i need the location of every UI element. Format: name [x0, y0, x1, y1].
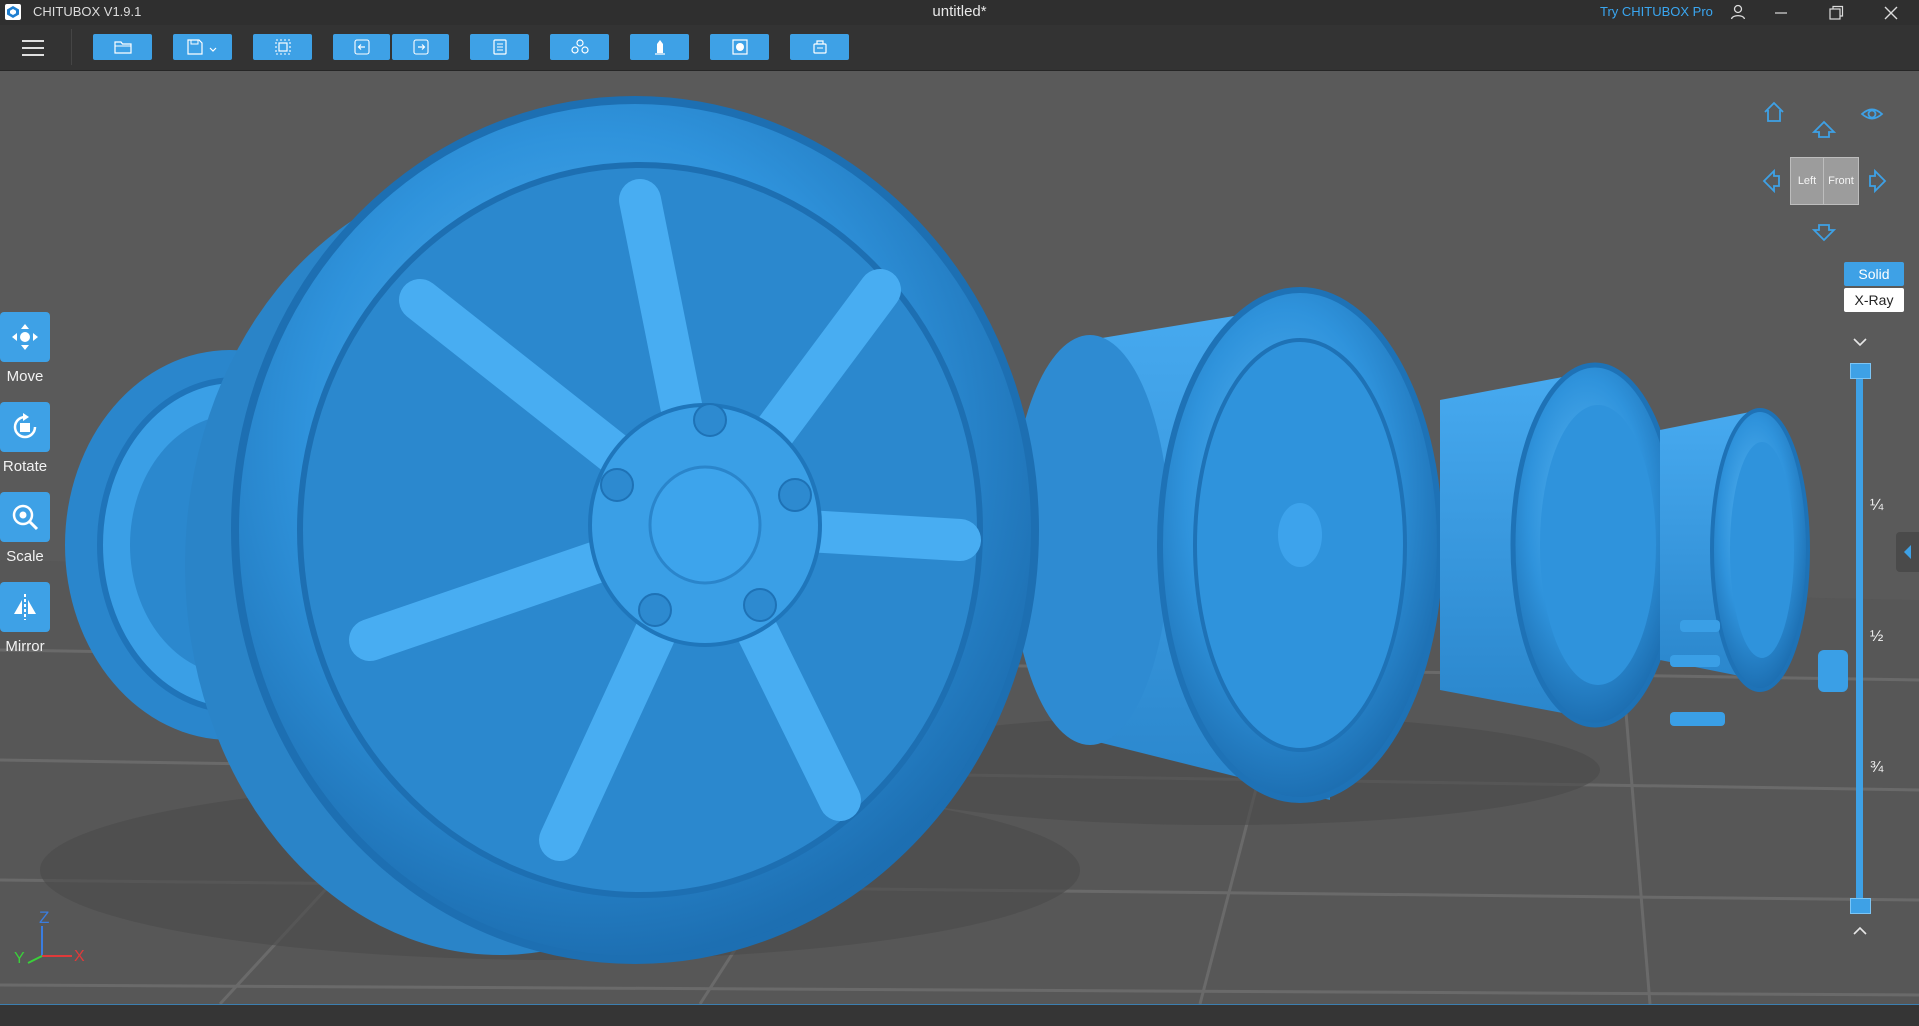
chevron-left-icon: [1904, 545, 1911, 559]
open-folder-icon: [113, 41, 132, 54]
restore-button[interactable]: [1813, 0, 1859, 25]
open-file-button[interactable]: [93, 34, 152, 60]
slider-tick-half: ½: [1870, 628, 1884, 645]
scale-tool-button[interactable]: [0, 492, 50, 542]
restore-icon: [1829, 5, 1844, 20]
mirror-icon: [14, 594, 36, 620]
mirror-tool-label: Mirror: [5, 638, 45, 655]
layer-slider-top-handle[interactable]: [1850, 363, 1871, 379]
move-tool-button[interactable]: [0, 312, 50, 362]
title-bar: CHITUBOX V1.9.1 untitled* Try CHITUBOX P…: [0, 0, 1919, 25]
axis-indicator: Z X Y: [14, 908, 85, 967]
slider-tick-quarter: ¼: [1870, 497, 1884, 514]
save-button[interactable]: [173, 34, 232, 60]
home-view-icon[interactable]: [1762, 100, 1786, 124]
hollow-icon: [654, 40, 665, 55]
wheel-model-middle[interactable]: [1010, 287, 1443, 803]
move-tool-label: Move: [6, 368, 44, 385]
minimize-button[interactable]: [1758, 0, 1804, 25]
rotate-tool-button[interactable]: [0, 402, 50, 452]
layer-slider-bottom-handle[interactable]: [1850, 898, 1871, 914]
supports-button[interactable]: [550, 34, 609, 60]
view-cube-front-face[interactable]: Front: [1823, 157, 1859, 205]
close-icon: [1884, 6, 1898, 20]
layout-icon: [492, 39, 507, 55]
eye-view-icon[interactable]: [1860, 102, 1884, 126]
rotate-icon: [13, 413, 37, 439]
layer-slider-track[interactable]: [1856, 368, 1863, 908]
layout-button[interactable]: [470, 34, 529, 60]
wheel-model-smallest[interactable]: [1660, 408, 1810, 692]
print-icon: [812, 40, 827, 54]
build-plate-scene: [0, 71, 1919, 1004]
wheel-model-small[interactable]: [1440, 362, 1680, 728]
hamburger-menu-icon[interactable]: [20, 36, 48, 60]
slider-up-chevron-icon[interactable]: [1851, 925, 1869, 937]
chevron-down-icon: [209, 47, 216, 52]
save-icon: [186, 39, 216, 55]
mirror-tool-button[interactable]: [0, 582, 50, 632]
3d-viewport[interactable]: Move Rotate Scale Mirror Z X Y: [0, 71, 1919, 1004]
try-pro-link[interactable]: Try CHITUBOX Pro: [1600, 4, 1713, 19]
status-bar: [0, 1004, 1919, 1026]
rotate-tool-label: Rotate: [2, 458, 48, 475]
slice-icon: [731, 39, 748, 55]
app-name: CHITUBOX V1.9.1: [33, 4, 142, 19]
slice-button[interactable]: [710, 34, 769, 60]
print-button[interactable]: [790, 34, 849, 60]
select-all-icon: [274, 39, 291, 55]
side-panel-toggle[interactable]: [1896, 532, 1919, 572]
view-right-arrow-icon[interactable]: [1865, 169, 1889, 193]
select-all-button[interactable]: [253, 34, 312, 60]
main-toolbar: [0, 25, 1919, 71]
view-top-arrow-icon[interactable]: [1812, 118, 1836, 142]
chitubox-logo-icon: [5, 4, 21, 20]
undo-icon: [353, 39, 370, 55]
toolbar-divider: [71, 29, 72, 65]
slider-tick-three-quarters: ¾: [1870, 759, 1884, 776]
supports-icon: [570, 39, 589, 54]
scale-tool-label: Scale: [6, 548, 44, 565]
close-button[interactable]: [1868, 0, 1914, 25]
redo-icon: [412, 39, 429, 55]
x-axis-label: X: [74, 948, 85, 965]
view-left-arrow-icon[interactable]: [1760, 169, 1784, 193]
undo-button[interactable]: [333, 34, 390, 60]
z-axis-label: Z: [39, 908, 49, 927]
hollow-button[interactable]: [630, 34, 689, 60]
redo-button[interactable]: [392, 34, 449, 60]
minimize-icon: [1775, 12, 1787, 14]
user-account-icon[interactable]: [1729, 3, 1747, 21]
xray-mode-button[interactable]: X-Ray: [1844, 288, 1904, 312]
scale-icon: [12, 504, 39, 531]
y-axis-label: Y: [14, 950, 25, 967]
slider-down-chevron-icon[interactable]: [1851, 336, 1869, 348]
move-icon: [12, 324, 38, 350]
solid-mode-button[interactable]: Solid: [1844, 262, 1904, 286]
view-cube-left-face[interactable]: Left: [1790, 157, 1824, 205]
view-bottom-arrow-icon[interactable]: [1812, 220, 1836, 244]
